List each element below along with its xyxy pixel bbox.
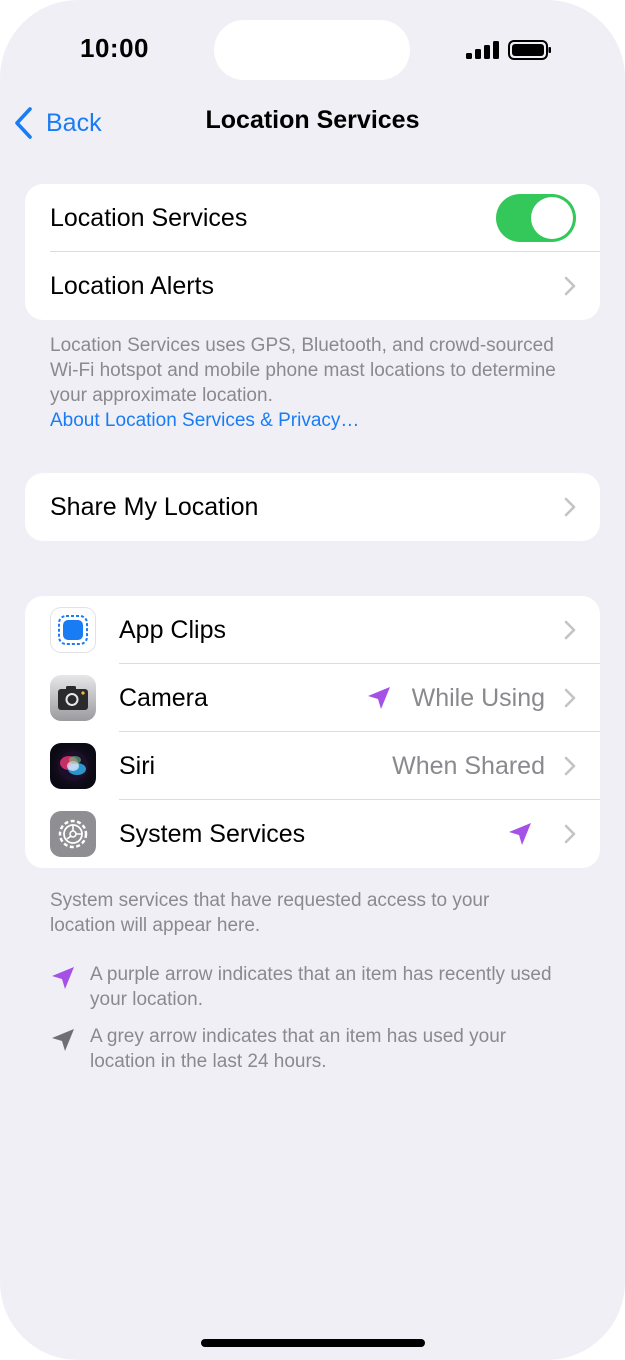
app-row-app-clips[interactable]: App Clips bbox=[25, 596, 600, 664]
app-clips-icon bbox=[50, 607, 96, 653]
location-arrow-grey-icon bbox=[52, 1029, 74, 1051]
legend-grey-text: A grey arrow indicates that an item has … bbox=[90, 1026, 507, 1072]
location-alerts-label: Location Alerts bbox=[50, 271, 214, 300]
legend-purple-text: A purple arrow indicates that an item ha… bbox=[90, 964, 552, 1010]
camera-label: Camera bbox=[119, 683, 208, 712]
legend-purple: A purple arrow indicates that an item ha… bbox=[50, 962, 570, 1014]
siri-access-value: When Shared bbox=[392, 751, 545, 780]
chevron-right-icon bbox=[564, 824, 576, 844]
system-services-note: System services that have requested acce… bbox=[50, 890, 490, 936]
chevron-right-icon bbox=[564, 276, 576, 296]
location-settings-group: Location Services Location Alerts bbox=[25, 184, 600, 320]
signal-icon bbox=[466, 41, 499, 59]
system-services-label: System Services bbox=[119, 819, 306, 848]
location-arrow-purple-icon bbox=[509, 823, 531, 845]
share-group: Share My Location bbox=[25, 473, 600, 541]
location-services-row: Location Services bbox=[25, 184, 600, 252]
dynamic-island bbox=[214, 20, 410, 80]
description-text: Location Services uses GPS, Bluetooth, a… bbox=[50, 335, 556, 406]
app-row-siri[interactable]: Siri When Shared bbox=[25, 732, 600, 800]
location-arrow-purple-icon bbox=[52, 967, 74, 989]
battery-icon bbox=[508, 40, 551, 60]
apps-group: App Clips Camera While Using Siri When S… bbox=[25, 596, 600, 868]
legend-grey: A grey arrow indicates that an item has … bbox=[50, 1024, 570, 1076]
gear-icon bbox=[50, 811, 96, 857]
share-my-location-row[interactable]: Share My Location bbox=[25, 473, 600, 541]
chevron-right-icon bbox=[564, 756, 576, 776]
home-indicator[interactable] bbox=[201, 1339, 425, 1347]
phone-screen: 10:00 Back Location Services Location Se… bbox=[0, 0, 625, 1360]
location-services-description: Location Services uses GPS, Bluetooth, a… bbox=[50, 333, 560, 433]
app-row-system-services[interactable]: System Services bbox=[25, 800, 600, 868]
status-time: 10:00 bbox=[80, 33, 149, 63]
camera-access-value: While Using bbox=[411, 683, 545, 712]
app-clips-label: App Clips bbox=[119, 615, 226, 644]
camera-icon bbox=[50, 675, 96, 721]
location-services-toggle[interactable] bbox=[496, 194, 576, 242]
chevron-right-icon bbox=[564, 688, 576, 708]
chevron-right-icon bbox=[564, 620, 576, 640]
share-my-location-label: Share My Location bbox=[50, 492, 259, 521]
page-title: Location Services bbox=[205, 106, 420, 134]
siri-icon bbox=[50, 743, 96, 789]
location-alerts-row[interactable]: Location Alerts bbox=[25, 252, 600, 320]
app-row-camera[interactable]: Camera While Using bbox=[25, 664, 600, 732]
location-services-label: Location Services bbox=[50, 203, 248, 232]
chevron-right-icon bbox=[564, 497, 576, 517]
siri-label: Siri bbox=[119, 751, 156, 780]
toggle-knob bbox=[531, 197, 573, 239]
privacy-link[interactable]: About Location Services & Privacy… bbox=[50, 410, 359, 431]
location-arrow-purple-icon bbox=[368, 687, 390, 709]
